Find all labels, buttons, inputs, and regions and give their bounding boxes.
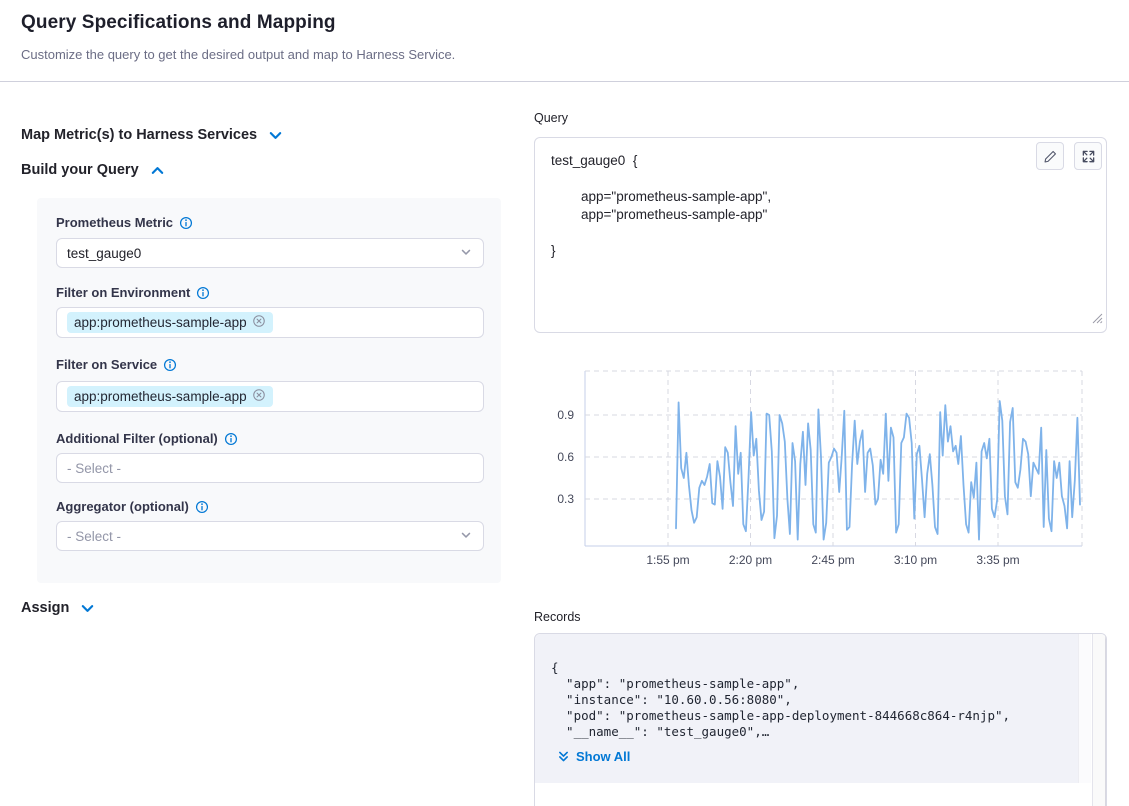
svg-text:2:45 pm: 2:45 pm: [811, 553, 854, 567]
chevron-down-icon[interactable]: [268, 128, 283, 143]
svg-text:3:35 pm: 3:35 pm: [976, 553, 1019, 567]
select-chevron-icon: [459, 528, 473, 545]
info-icon[interactable]: [179, 216, 193, 230]
build-query-panel: Prometheus Metric test_gauge0 Filter on …: [37, 198, 501, 583]
header-divider: [0, 81, 1129, 82]
chip-remove-icon[interactable]: [252, 388, 266, 405]
build-query-heading: Build your Query: [21, 162, 139, 178]
show-all-link[interactable]: Show All: [557, 749, 630, 764]
line-chart: 0.3 0.6 0.9 1:55 pm 2:20 pm 2:45 pm 3:10 pm 3:3…: [534, 368, 1087, 573]
edit-query-button[interactable]: [1036, 142, 1064, 170]
info-icon[interactable]: [224, 432, 238, 446]
info-icon[interactable]: [196, 286, 210, 300]
assign-heading: Assign: [21, 600, 69, 616]
query-specifications-page: Query Specifications and Mapping Customi…: [0, 0, 1129, 806]
svg-text:3:10 pm: 3:10 pm: [894, 553, 937, 567]
filter-service-chip: app:prometheus-sample-app: [67, 386, 273, 407]
pencil-icon: [1043, 149, 1058, 164]
section-map-metrics: Map Metric(s) to Harness Services: [21, 127, 283, 143]
resize-handle[interactable]: [1091, 312, 1104, 330]
info-icon[interactable]: [163, 358, 177, 372]
expand-query-button[interactable]: [1074, 142, 1102, 170]
svg-text:2:20 pm: 2:20 pm: [729, 553, 772, 567]
chevron-up-icon[interactable]: [150, 163, 165, 178]
map-metrics-heading: Map Metric(s) to Harness Services: [21, 127, 257, 143]
filter-env-chip: app:prometheus-sample-app: [67, 312, 273, 333]
section-assign: Assign: [21, 600, 95, 616]
svg-text:1:55 pm: 1:55 pm: [646, 553, 689, 567]
query-text[interactable]: test_gauge0 { app="prometheus-sample-app…: [551, 152, 771, 260]
record-json: { "app": "prometheus-sample-app", "insta…: [551, 660, 1010, 740]
prometheus-metric-label: Prometheus Metric: [56, 215, 193, 230]
chevron-down-icon[interactable]: [80, 601, 95, 616]
filter-env-label: Filter on Environment: [56, 285, 210, 300]
record-card: { "app": "prometheus-sample-app", "insta…: [535, 634, 1078, 783]
metric-preview-chart: 0.3 0.6 0.9 1:55 pm 2:20 pm 2:45 pm 3:10 pm 3:3…: [534, 368, 1087, 573]
filter-service-label: Filter on Service: [56, 357, 177, 372]
query-label: Query: [534, 111, 568, 125]
query-editor[interactable]: test_gauge0 { app="prometheus-sample-app…: [534, 137, 1107, 333]
additional-filter-input[interactable]: - Select -: [56, 453, 484, 483]
svg-text:0.6: 0.6: [557, 450, 574, 464]
section-build-query: Build your Query: [21, 162, 165, 178]
aggregator-label: Aggregator (optional): [56, 499, 209, 514]
records-scrollbar[interactable]: [1092, 634, 1106, 806]
filter-env-input[interactable]: app:prometheus-sample-app: [56, 307, 484, 338]
page-title: Query Specifications and Mapping: [21, 12, 336, 34]
record-card-scrollbar[interactable]: [1078, 634, 1091, 783]
page-subtitle: Customize the query to get the desired o…: [21, 47, 455, 62]
expand-icon: [1081, 149, 1096, 164]
prometheus-metric-select[interactable]: test_gauge0: [56, 238, 484, 268]
filter-service-input[interactable]: app:prometheus-sample-app: [56, 381, 484, 412]
aggregator-select[interactable]: - Select -: [56, 521, 484, 551]
select-chevron-icon: [459, 245, 473, 262]
additional-filter-label: Additional Filter (optional): [56, 431, 238, 446]
svg-text:0.3: 0.3: [557, 492, 574, 506]
chip-remove-icon[interactable]: [252, 314, 266, 331]
records-panel: { "app": "prometheus-sample-app", "insta…: [534, 633, 1107, 806]
records-label: Records: [534, 610, 581, 624]
info-icon[interactable]: [195, 500, 209, 514]
svg-text:0.9: 0.9: [557, 408, 574, 422]
double-chevron-down-icon: [557, 750, 570, 763]
